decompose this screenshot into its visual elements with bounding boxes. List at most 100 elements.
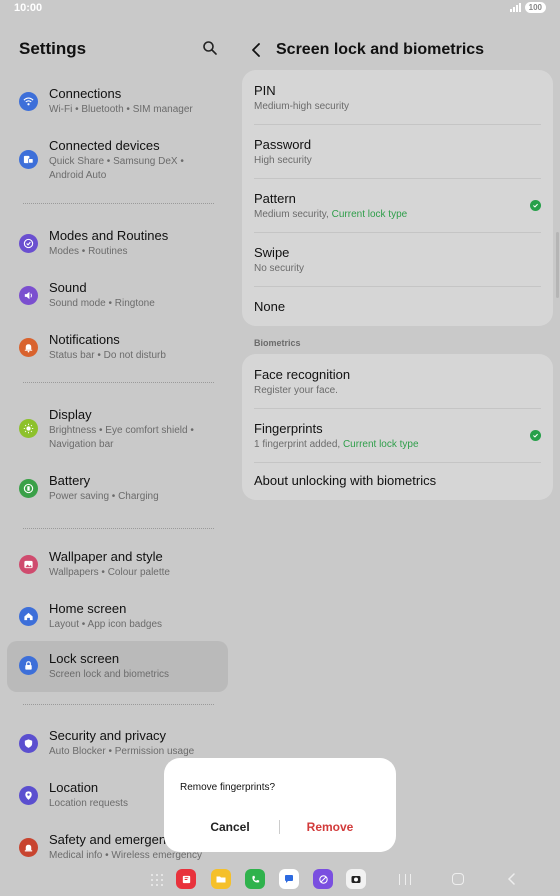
menu-item-subtitle: Sound mode • Ringtone <box>49 298 155 309</box>
dock-phone-app-icon[interactable] <box>245 869 265 889</box>
lock-option-swipe[interactable]: Swipe No security <box>254 232 541 286</box>
menu-item-subtitle-2: Android Auto <box>49 170 107 181</box>
wifi-icon <box>19 92 38 111</box>
lock-option-title: PIN <box>254 83 276 98</box>
emergency-icon <box>19 838 38 857</box>
battery-indicator: 100 <box>524 2 546 13</box>
remove-fingerprints-dialog: Remove fingerprints? Cancel Remove <box>164 758 396 852</box>
menu-item-title: Security and privacy <box>49 728 167 743</box>
location-icon <box>19 786 38 805</box>
home-button[interactable] <box>452 873 464 885</box>
lock-option-subtitle: Medium-high security <box>254 101 350 112</box>
remove-button[interactable]: Remove <box>280 816 380 838</box>
menu-item-battery[interactable]: Battery Power saving • Charging <box>7 465 228 515</box>
dock-messages-app-icon[interactable] <box>279 869 299 889</box>
home-icon <box>19 607 38 626</box>
lock-option-title: Password <box>254 137 312 152</box>
menu-item-lock-screen[interactable]: Lock screen Screen lock and biometrics <box>7 641 228 692</box>
menu-item-modes-routines[interactable]: Modes and Routines Modes • Routines <box>7 220 228 270</box>
menu-item-title: Connected devices <box>49 138 160 153</box>
sun-icon <box>19 419 38 438</box>
menu-item-subtitle: Power saving • Charging <box>49 491 159 502</box>
menu-item-subtitle: Location requests <box>49 798 128 809</box>
menu-item-connected-devices[interactable]: Connected devices Quick Share • Samsung … <box>7 130 228 192</box>
menu-item-wallpaper[interactable]: Wallpaper and style Wallpapers • Colour … <box>7 541 228 591</box>
menu-item-subtitle-2: Navigation bar <box>49 439 114 450</box>
biometric-face-recognition[interactable]: Face recognition Register your face. <box>254 354 541 408</box>
lock-option-pattern[interactable]: Pattern Medium security, Current lock ty… <box>254 178 541 232</box>
status-bar: 10:00 100 <box>0 0 560 18</box>
current-lock-label: Current lock type <box>331 209 408 220</box>
lock-option-password[interactable]: Password High security <box>254 124 541 178</box>
menu-item-notifications[interactable]: Notifications Status bar • Do not distur… <box>7 324 228 374</box>
biometric-title: Face recognition <box>254 367 351 382</box>
menu-item-subtitle: Screen lock and biometrics <box>49 669 170 680</box>
menu-item-title: Battery <box>49 473 91 488</box>
about-biometrics-link[interactable]: About unlocking with biometrics <box>254 462 541 500</box>
devices-icon <box>19 150 38 169</box>
lock-option-pin[interactable]: PIN Medium-high security <box>254 70 541 124</box>
lock-option-title: Swipe <box>254 245 290 260</box>
menu-item-title: Home screen <box>49 601 127 616</box>
biometric-fingerprints[interactable]: Fingerprints 1 fingerprint added, Curren… <box>254 408 541 462</box>
menu-item-sound[interactable]: Sound Sound mode • Ringtone <box>7 272 228 322</box>
menu-item-subtitle: Wallpapers • Colour palette <box>49 567 170 578</box>
scrollbar[interactable] <box>556 232 559 298</box>
menu-item-connections[interactable]: Connections Wi-Fi • Bluetooth • SIM mana… <box>7 78 228 128</box>
menu-item-title: Modes and Routines <box>49 228 169 243</box>
menu-item-title: Notifications <box>49 332 120 347</box>
menu-item-title: Location <box>49 780 99 795</box>
routines-icon <box>19 234 38 253</box>
menu-item-subtitle: Layout • App icon badges <box>49 619 163 630</box>
biometrics-card: Face recognition Register your face. Fin… <box>242 354 553 500</box>
fingerprint-count: 1 fingerprint added, <box>254 439 343 450</box>
lock-option-title: None <box>254 299 286 314</box>
navigation-bar <box>0 866 560 894</box>
back-arrow-icon[interactable] <box>250 42 264 58</box>
lock-option-subtitle: High security <box>254 155 312 166</box>
menu-item-subtitle: Quick Share • Samsung DeX • <box>49 156 184 167</box>
dialog-title: Remove fingerprints? <box>180 782 276 793</box>
dock-camera-app-icon[interactable] <box>346 869 366 889</box>
page-title: Settings <box>19 39 87 58</box>
biometric-title: Fingerprints <box>254 421 323 436</box>
dock-browser-app-icon[interactable] <box>313 869 333 889</box>
status-indicators: 100 <box>509 2 546 13</box>
search-icon[interactable] <box>202 40 218 56</box>
check-icon <box>530 430 541 441</box>
lock-option-subtitle: Medium security, Current lock type <box>254 209 407 220</box>
lock-type-card: PIN Medium-high security Password High s… <box>242 70 553 326</box>
menu-item-title: Safety and emergency <box>49 832 180 847</box>
menu-item-title: Connections <box>49 86 122 101</box>
biometric-subtitle: Register your face. <box>254 385 338 396</box>
dock-notes-app-icon[interactable] <box>176 869 196 889</box>
menu-item-home-screen[interactable]: Home screen Layout • App icon badges <box>7 593 228 643</box>
menu-item-subtitle: Modes • Routines <box>49 246 128 257</box>
current-lock-label: Current lock type <box>342 439 419 450</box>
status-time: 10:00 <box>14 2 43 14</box>
menu-item-subtitle: Auto Blocker • Permission usage <box>49 746 195 757</box>
dock-files-app-icon[interactable] <box>211 869 231 889</box>
biometric-subtitle: 1 fingerprint added, Current lock type <box>254 439 419 450</box>
shield-icon <box>19 734 38 753</box>
menu-item-display[interactable]: Display Brightness • Eye comfort shield … <box>7 399 228 461</box>
menu-item-title: Display <box>49 407 92 422</box>
wallpaper-icon <box>19 555 38 574</box>
check-icon <box>530 200 541 211</box>
divider <box>23 203 214 204</box>
menu-item-subtitle: Brightness • Eye comfort shield • <box>49 425 194 436</box>
lock-option-none[interactable]: None <box>254 286 541 326</box>
bell-icon <box>19 338 38 357</box>
sound-icon <box>19 286 38 305</box>
detail-header: Screen lock and biometrics <box>250 38 484 62</box>
section-label-biometrics: Biometrics <box>254 338 301 348</box>
menu-item-title: Sound <box>49 280 87 295</box>
divider <box>23 382 214 383</box>
menu-item-title: Lock screen <box>49 651 120 666</box>
recents-button[interactable] <box>399 874 411 885</box>
apps-grid-icon[interactable] <box>151 874 163 886</box>
menu-item-subtitle: Status bar • Do not disturb <box>49 350 166 361</box>
cancel-button[interactable]: Cancel <box>180 816 280 838</box>
nav-back-icon[interactable] <box>506 872 518 886</box>
menu-item-subtitle: Wi-Fi • Bluetooth • SIM manager <box>49 104 193 115</box>
